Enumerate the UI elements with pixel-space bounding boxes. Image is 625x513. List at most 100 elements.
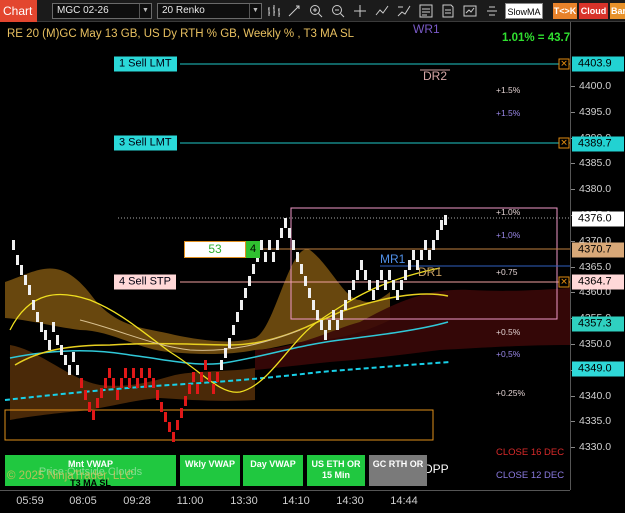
price-marker: 4364.7 — [572, 274, 624, 290]
price-tick-mark — [571, 421, 575, 423]
interval-selector[interactable]: 20 Renko ▼ — [157, 3, 262, 19]
renko-brick — [244, 288, 247, 298]
interval-value: 20 Renko — [162, 5, 205, 16]
renko-brick — [64, 355, 67, 365]
price-tick-mark — [571, 189, 575, 191]
dpp-label: DPP — [424, 462, 449, 476]
renko-brick — [32, 300, 35, 310]
renko-brick — [48, 340, 51, 350]
renko-brick — [396, 290, 399, 300]
dr2-label: DR2 — [423, 69, 448, 83]
renko-brick — [240, 300, 243, 310]
renko-brick — [76, 365, 79, 375]
order-sell-stp-4[interactable]: 4 Sell STP — [114, 274, 176, 290]
renko-brick — [320, 320, 323, 330]
renko-brick — [288, 228, 291, 238]
zoom-out-icon[interactable] — [330, 3, 346, 19]
renko-brick — [232, 325, 235, 335]
renko-brick — [124, 368, 127, 378]
renko-brick — [168, 422, 171, 432]
renko-brick — [380, 270, 383, 280]
renko-brick — [332, 310, 335, 320]
pct-label: +0,5% — [496, 349, 521, 359]
renko-brick — [92, 410, 95, 420]
price-tick-label: 4385.0 — [579, 157, 612, 170]
draw-tools-icon[interactable] — [286, 3, 302, 19]
renko-brick — [112, 378, 115, 388]
crosshair-icon[interactable] — [352, 3, 368, 19]
renko-brick — [292, 240, 295, 250]
renko-brick — [60, 345, 63, 355]
renko-brick — [344, 300, 347, 310]
renko-brick — [136, 378, 139, 388]
dr1-label: DR1 — [418, 265, 443, 279]
cloud-toggle-button[interactable]: Cloud — [579, 3, 608, 19]
cloud-lower — [10, 345, 255, 420]
renko-brick — [104, 378, 107, 388]
cancel-order-icon[interactable]: ✕ — [558, 58, 570, 70]
renko-brick — [268, 240, 271, 250]
us-eth-or-button[interactable]: US ETH OR 15 Min — [307, 455, 365, 486]
renko-brick — [308, 288, 311, 298]
cancel-order-icon[interactable]: ✕ — [558, 276, 570, 288]
cancel-order-icon[interactable]: ✕ — [558, 137, 570, 149]
price-tick-label: 4395.0 — [579, 105, 612, 118]
renko-brick — [140, 368, 143, 378]
templates-icon[interactable] — [440, 3, 456, 19]
tk-toggle-button[interactable]: T<>K — [553, 3, 577, 19]
order-sell-lmt-1[interactable]: 1 Sell LMT — [114, 56, 177, 72]
day-vwap-button[interactable]: Day VWAP — [243, 455, 303, 486]
properties-icon[interactable] — [418, 3, 434, 19]
gc-rth-or-button[interactable]: GC RTH OR — [369, 455, 427, 486]
renko-brick — [224, 348, 227, 358]
time-tick-label: 08:05 — [69, 495, 97, 507]
price-tick-label: 4350.0 — [579, 337, 612, 350]
position-count[interactable]: 4 — [246, 241, 260, 258]
bottom-zone-box — [4, 409, 434, 441]
bars-icon[interactable] — [266, 3, 282, 19]
strategies-icon[interactable] — [396, 3, 412, 19]
price-tick-mark — [571, 447, 575, 449]
renko-brick — [248, 276, 251, 286]
bar-toggle-button[interactable]: Bar — [610, 3, 625, 19]
time-axis[interactable]: 05:59 08:05 09:28 11:00 13:30 14:10 14:30 14:44 — [0, 490, 570, 513]
price-axis[interactable]: 4400.04395.04390.04385.04380.04375.04370… — [570, 22, 625, 490]
price-tick-label: 4365.0 — [579, 260, 612, 273]
position-qty[interactable]: 53 — [184, 241, 246, 258]
price-tick-mark — [571, 266, 575, 268]
instrument-value: MGC 02-26 — [57, 5, 109, 16]
wkly-vwap-button[interactable]: Wkly VWAP — [180, 455, 240, 486]
renko-brick — [264, 252, 267, 262]
renko-brick — [28, 285, 31, 295]
order-sell-lmt-3[interactable]: 3 Sell LMT — [114, 135, 177, 151]
time-tick-label: 11:00 — [176, 495, 204, 507]
renko-brick — [96, 398, 99, 408]
renko-brick — [52, 322, 55, 332]
renko-brick — [420, 250, 423, 260]
renko-brick — [384, 280, 387, 290]
indicators-icon[interactable] — [374, 3, 390, 19]
renko-brick — [356, 270, 359, 280]
slowma-button[interactable]: SlowMA — [505, 3, 543, 19]
renko-brick — [276, 240, 279, 250]
renko-brick — [176, 420, 179, 430]
link-icon[interactable] — [484, 3, 500, 19]
renko-brick — [408, 260, 411, 270]
renko-brick — [360, 260, 363, 270]
renko-brick — [444, 215, 447, 225]
price-tick-label: 4340.0 — [579, 389, 612, 402]
renko-brick — [296, 252, 299, 262]
renko-brick — [372, 290, 375, 300]
chart-trader-icon[interactable] — [462, 3, 478, 19]
instrument-selector[interactable]: MGC 02-26 ▼ — [52, 3, 152, 19]
renko-brick — [40, 322, 43, 332]
price-plot[interactable] — [0, 22, 570, 490]
pct-label: +1.0% — [496, 207, 521, 217]
chart-tab[interactable]: Chart — [0, 0, 37, 22]
time-tick-label: 14:10 — [282, 495, 310, 507]
renko-brick — [352, 280, 355, 290]
pct-label: +0.75 — [496, 267, 518, 277]
zoom-in-icon[interactable] — [308, 3, 324, 19]
renko-brick — [204, 360, 207, 370]
renko-brick — [20, 265, 23, 275]
